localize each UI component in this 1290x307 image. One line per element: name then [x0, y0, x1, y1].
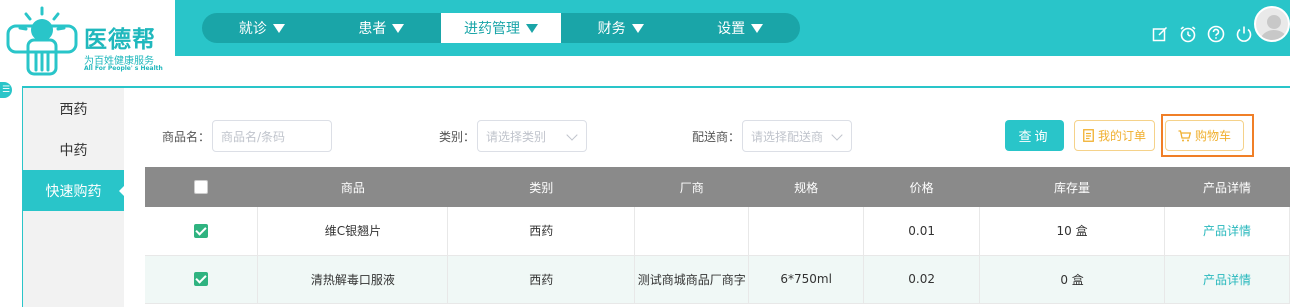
caret-down-icon — [751, 23, 764, 33]
row-select-cell — [145, 207, 259, 256]
product-placeholder: 商品名/条码 — [221, 129, 286, 144]
column-header: 规格 — [748, 167, 864, 207]
column-header: 价格 — [863, 167, 980, 207]
column-header: 商品 — [257, 167, 448, 207]
nav-item-purchase-management[interactable]: 进药管理 — [441, 13, 561, 43]
caret-down-icon — [392, 23, 405, 33]
caret-down-icon — [525, 23, 538, 33]
detail-cell: 产品详情 — [1164, 207, 1290, 256]
my-orders-button[interactable]: 我的订单 — [1074, 120, 1155, 151]
edit-icon[interactable] — [1150, 24, 1170, 44]
product-detail-link[interactable]: 产品详情 — [1203, 224, 1251, 238]
header-icons — [1150, 24, 1254, 44]
manufacturer-cell — [634, 207, 750, 256]
category-placeholder: 请选择类别 — [486, 129, 547, 144]
side-item-chinese-medicine[interactable]: 中药 — [23, 129, 124, 170]
nav-item-patient[interactable]: 患者 — [322, 13, 442, 43]
category-cell: 西药 — [447, 255, 636, 304]
top-nav: 就诊 患者 进药管理 财务 设置 — [202, 13, 800, 43]
cart-highlight-box — [1161, 114, 1254, 157]
side-item-quick-purchase[interactable]: 快速购药 — [23, 170, 125, 211]
detail-cell: 产品详情 — [1164, 255, 1290, 304]
nav-label: 设置 — [717, 21, 746, 37]
column-header: 类别 — [447, 167, 635, 207]
column-header: 厂商 — [634, 167, 749, 207]
price-cell: 0.02 — [863, 255, 981, 304]
alarm-clock-icon[interactable] — [1178, 24, 1198, 44]
caret-down-icon — [272, 23, 285, 33]
nav-label: 财务 — [597, 21, 626, 37]
spec-cell: 6*750ml — [748, 255, 865, 304]
help-icon[interactable] — [1206, 24, 1226, 44]
document-icon — [1083, 129, 1094, 142]
nav-label: 就诊 — [238, 21, 267, 37]
table-row: 维C银翘片 西药 0.01 10 盒 产品详情 — [145, 207, 1290, 256]
my-orders-label: 我的订单 — [1097, 129, 1146, 143]
table-header-row: 商品 类别 厂商 规格 价格 库存量 产品详情 — [145, 167, 1290, 207]
supplier-select[interactable]: 请选择配送商 — [742, 120, 852, 152]
supplier-label: 配送商： — [692, 130, 741, 144]
column-header: 库存量 — [979, 167, 1165, 207]
brand-name: 医德帮 — [84, 27, 156, 53]
nav-item-finance[interactable]: 财务 — [561, 13, 681, 43]
chevron-down-icon — [831, 129, 843, 141]
column-header: 产品详情 — [1164, 167, 1290, 207]
chevron-down-icon — [566, 129, 578, 141]
power-icon[interactable] — [1234, 24, 1254, 44]
stock-cell: 10 盒 — [979, 207, 1165, 256]
nav-label: 患者 — [358, 21, 387, 37]
supplier-placeholder: 请选择配送商 — [751, 129, 824, 144]
query-button[interactable]: 查询 — [1005, 120, 1064, 151]
category-label: 类别： — [439, 130, 476, 144]
logo-area: 医德帮 为百姓健康服务 All For People' s Health — [0, 0, 175, 80]
avatar[interactable] — [1254, 6, 1290, 42]
brand-slogan-en: All For People' s Health — [84, 65, 163, 72]
nav-label: 进药管理 — [463, 21, 520, 37]
row-checkbox[interactable] — [194, 272, 209, 287]
select-all-header[interactable] — [145, 167, 258, 207]
caret-down-icon — [631, 23, 644, 33]
row-select-cell — [145, 255, 259, 304]
product-search-input[interactable]: 商品名/条码 — [212, 120, 332, 152]
product-detail-link[interactable]: 产品详情 — [1203, 273, 1251, 287]
price-cell: 0.01 — [863, 207, 981, 256]
side-nav: 西药 中药 快速购药 — [23, 88, 125, 307]
table-row: 清热解毒口服液 西药 测试商城商品厂商字 6*750ml 0.02 0 盒 产品… — [145, 255, 1290, 304]
nav-item-visit[interactable]: 就诊 — [202, 13, 322, 43]
menu-toggle-icon[interactable]: ☰ — [0, 82, 12, 98]
category-select[interactable]: 请选择类别 — [477, 120, 587, 152]
product-label: 商品名： — [162, 130, 211, 144]
stock-cell: 0 盒 — [979, 255, 1165, 304]
select-all-checkbox[interactable] — [194, 180, 209, 195]
manufacturer-cell: 测试商城商品厂商字 — [634, 255, 750, 304]
category-cell: 西药 — [447, 207, 636, 256]
logo-icon — [6, 6, 78, 76]
product-cell: 清热解毒口服液 — [257, 255, 449, 304]
side-item-western-medicine[interactable]: 西药 — [23, 88, 124, 129]
row-checkbox[interactable] — [194, 224, 209, 238]
spec-cell — [748, 207, 865, 256]
product-cell: 维C银翘片 — [257, 207, 449, 256]
nav-item-settings[interactable]: 设置 — [680, 13, 800, 43]
product-table: 商品 类别 厂商 规格 价格 库存量 产品详情 维C银翘片 西药 0.01 10… — [145, 167, 1290, 304]
